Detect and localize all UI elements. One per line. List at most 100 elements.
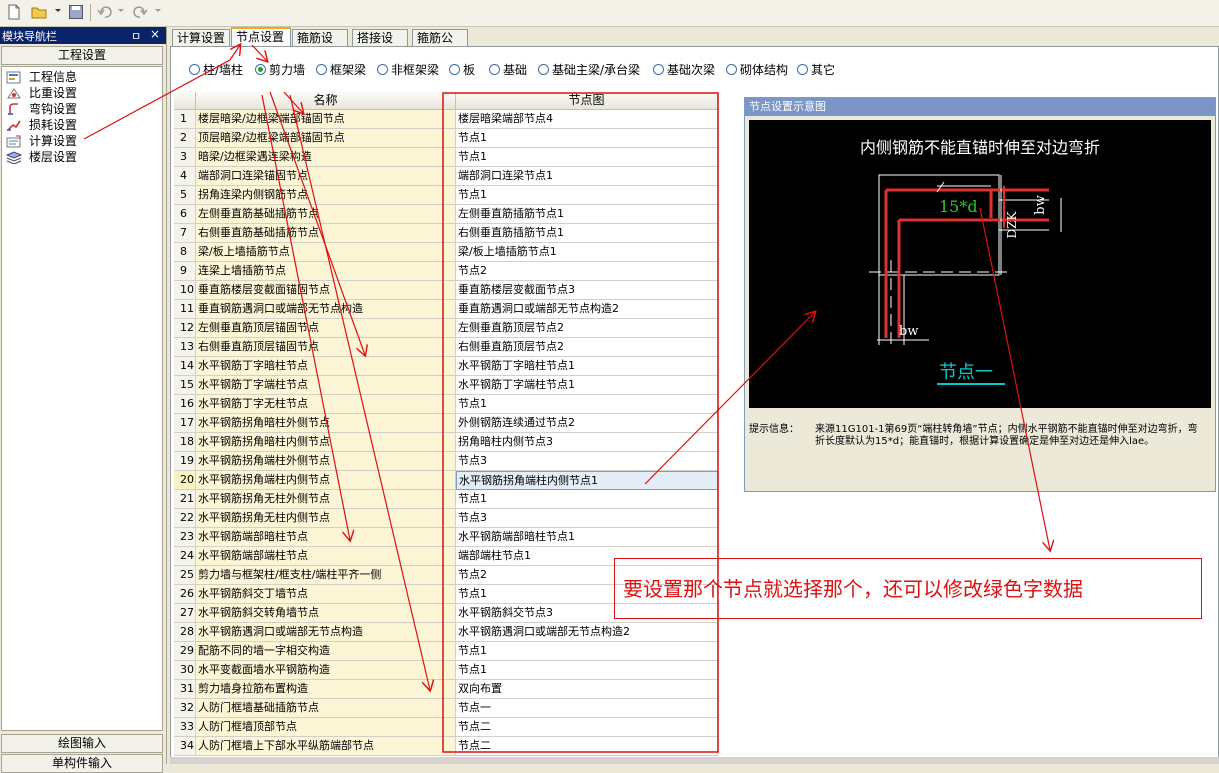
row-node-cell[interactable]: 右侧垂直筋顶层节点2 xyxy=(456,338,718,357)
nav-item-loss-settings[interactable]: 损耗设置 xyxy=(6,118,156,133)
close-icon[interactable]: × xyxy=(150,27,160,41)
row-node-cell[interactable]: 节点二 xyxy=(456,718,718,737)
row-node-cell[interactable]: 节点2 xyxy=(456,262,718,281)
table-row[interactable]: 12 左侧垂直筋顶层锚固节点 左侧垂直筋顶层节点2 xyxy=(174,319,718,338)
row-node-cell[interactable]: 垂直筋遇洞口或端部无节点构造2 xyxy=(456,300,718,319)
row-node-cell[interactable]: 节点1 xyxy=(456,148,718,167)
row-node-cell[interactable]: 梁/板上墙插筋节点1 xyxy=(456,243,718,262)
row-node-cell[interactable]: 楼层暗梁端部节点4 xyxy=(456,110,718,129)
table-row[interactable]: 34 人防门框墙上下部水平纵筋端部节点 节点二 xyxy=(174,737,718,756)
row-name-cell: 水平钢筋拐角无柱内侧节点 xyxy=(196,509,456,528)
row-name-cell: 水平钢筋遇洞口或端部无节点构造 xyxy=(196,623,456,642)
table-header-node[interactable]: 节点图 xyxy=(456,92,718,110)
table-row[interactable]: 19 水平钢筋拐角端柱外侧节点 节点3 xyxy=(174,452,718,471)
row-node-cell[interactable]: 节点1 xyxy=(456,129,718,148)
tab-stirrup-settings[interactable]: 箍筋设置 xyxy=(292,29,348,61)
table-row[interactable]: 7 右侧垂直筋基础插筋节点 右侧垂直筋插筋节点1 xyxy=(174,224,718,243)
row-node-cell[interactable]: 水平钢筋遇洞口或端部无节点构造2 xyxy=(456,623,718,642)
table-row[interactable]: 22 水平钢筋拐角无柱内侧节点 节点3 xyxy=(174,509,718,528)
row-node-cell[interactable]: 端部洞口连梁节点1 xyxy=(456,167,718,186)
table-row[interactable]: 28 水平钢筋遇洞口或端部无节点构造 水平钢筋遇洞口或端部无节点构造2 xyxy=(174,623,718,642)
row-node-cell[interactable]: 右侧垂直筋插筋节点1 xyxy=(456,224,718,243)
new-file-icon[interactable] xyxy=(6,4,22,20)
table-row[interactable]: 13 右侧垂直筋顶层锚固节点 右侧垂直筋顶层节点2 xyxy=(174,338,718,357)
nav-item-weight-settings[interactable]: 比重设置 xyxy=(6,86,156,101)
row-index: 25 xyxy=(174,566,196,585)
row-node-cell[interactable]: 节点二 xyxy=(456,737,718,756)
project-settings-button[interactable]: 工程设置 xyxy=(1,46,163,65)
row-node-cell[interactable]: 双向布置 xyxy=(456,680,718,699)
row-node-cell[interactable]: 左侧垂直筋顶层节点2 xyxy=(456,319,718,338)
chevron-down-icon[interactable] xyxy=(118,9,124,12)
tab-calc-settings[interactable]: 计算设置 xyxy=(172,29,230,46)
table-row[interactable]: 15 水平钢筋丁字端柱节点 水平钢筋丁字端柱节点1 xyxy=(174,376,718,395)
table-row[interactable]: 5 拐角连梁内侧钢筋节点 节点1 xyxy=(174,186,718,205)
table-row[interactable]: 18 水平钢筋拐角暗柱内侧节点 拐角暗柱内侧节点3 xyxy=(174,433,718,452)
horizontal-scrollbar[interactable] xyxy=(170,757,1219,764)
table-row[interactable]: 20 水平钢筋拐角端柱内侧节点 水平钢筋拐角端柱内侧节点1 xyxy=(174,471,718,490)
drawing-input-button[interactable]: 绘图输入 xyxy=(1,734,163,753)
tab-stirrup-formula[interactable]: 箍筋公式 xyxy=(412,29,468,61)
nav-item-calc-settings[interactable]: 计算设置 xyxy=(6,134,156,149)
row-index: 20 xyxy=(174,471,196,490)
row-index: 30 xyxy=(174,661,196,680)
table-row[interactable]: 3 暗梁/边框梁遇连梁构造 节点1 xyxy=(174,148,718,167)
table-row[interactable]: 9 连梁上墙插筋节点 节点2 xyxy=(174,262,718,281)
chevron-down-icon[interactable] xyxy=(55,9,61,12)
row-name-cell: 剪力墙与框架柱/框支柱/端柱平齐一侧 xyxy=(196,566,456,585)
table-row[interactable]: 14 水平钢筋丁字暗柱节点 水平钢筋丁字暗柱节点1 xyxy=(174,357,718,376)
node-caption: 节点一 xyxy=(939,362,993,383)
tab-node-settings[interactable]: 节点设置 xyxy=(231,27,291,47)
pin-icon[interactable]: ㅁ xyxy=(131,28,141,44)
table-row[interactable]: 21 水平钢筋拐角无柱外侧节点 节点1 xyxy=(174,490,718,509)
table-row[interactable]: 31 剪力墙身拉筋布置构造 双向布置 xyxy=(174,680,718,699)
row-node-cell[interactable]: 节点1 xyxy=(456,661,718,680)
row-name-cell: 水平钢筋端部端柱节点 xyxy=(196,547,456,566)
table-row[interactable]: 6 左侧垂直筋基础插筋节点 左侧垂直筋插筋节点1 xyxy=(174,205,718,224)
row-node-cell[interactable]: 节点1 xyxy=(456,395,718,414)
table-row[interactable]: 10 垂直筋楼层变截面锚固节点 垂直筋楼层变截面节点3 xyxy=(174,281,718,300)
row-node-cell[interactable]: 节点3 xyxy=(456,452,718,471)
row-node-cell[interactable]: 外侧钢筋连续通过节点2 xyxy=(456,414,718,433)
table-row[interactable]: 16 水平钢筋丁字无柱节点 节点1 xyxy=(174,395,718,414)
table-row[interactable]: 29 配筋不同的墙一字相交构造 节点1 xyxy=(174,642,718,661)
nav-item-floor-settings[interactable]: 楼层设置 xyxy=(5,150,156,165)
row-node-cell[interactable]: 节点1 xyxy=(456,642,718,661)
row-index: 19 xyxy=(174,452,196,471)
table-header-name[interactable]: 名称 xyxy=(196,92,456,110)
table-row[interactable]: 1 楼层暗梁/边框梁端部锚固节点 楼层暗梁端部节点4 xyxy=(174,110,718,129)
row-node-cell[interactable]: 水平钢筋端部暗柱节点1 xyxy=(456,528,718,547)
row-index: 27 xyxy=(174,604,196,623)
row-node-cell[interactable]: 左侧垂直筋插筋节点1 xyxy=(456,205,718,224)
table-row[interactable]: 33 人防门框墙顶部节点 节点二 xyxy=(174,718,718,737)
row-node-cell[interactable]: 节点1 xyxy=(456,186,718,205)
open-folder-icon[interactable] xyxy=(31,4,47,20)
table-row[interactable]: 2 顶层暗梁/边框梁端部锚固节点 节点1 xyxy=(174,129,718,148)
row-node-cell[interactable]: 节点3 xyxy=(456,509,718,528)
row-index: 12 xyxy=(174,319,196,338)
row-node-cell[interactable]: 水平钢筋拐角端柱内侧节点1 xyxy=(456,471,718,490)
row-name-cell: 水平钢筋端部暗柱节点 xyxy=(196,528,456,547)
toolbar xyxy=(0,0,1219,27)
row-node-cell[interactable]: 垂直筋楼层变截面节点3 xyxy=(456,281,718,300)
row-name-cell: 水平钢筋斜交丁墙节点 xyxy=(196,585,456,604)
nav-item-hook-settings[interactable]: 弯钩设置 xyxy=(6,102,156,117)
table-row[interactable]: 11 垂直钢筋遇洞口或端部无节点构造 垂直筋遇洞口或端部无节点构造2 xyxy=(174,300,718,319)
table-row[interactable]: 4 端部洞口连梁锚固节点 端部洞口连梁节点1 xyxy=(174,167,718,186)
save-icon[interactable] xyxy=(68,4,84,20)
table-row[interactable]: 23 水平钢筋端部暗柱节点 水平钢筋端部暗柱节点1 xyxy=(174,528,718,547)
undo-icon[interactable] xyxy=(97,4,113,20)
table-row[interactable]: 8 梁/板上墙插筋节点 梁/板上墙插筋节点1 xyxy=(174,243,718,262)
row-node-cell[interactable]: 节点1 xyxy=(456,490,718,509)
row-node-cell[interactable]: 水平钢筋丁字端柱节点1 xyxy=(456,376,718,395)
redo-icon[interactable] xyxy=(132,4,148,20)
nav-item-project-info[interactable]: 工程信息 xyxy=(6,70,156,85)
table-row[interactable]: 17 水平钢筋拐角暗柱外侧节点 外侧钢筋连续通过节点2 xyxy=(174,414,718,433)
table-row[interactable]: 30 水平变截面墙水平钢筋构造 节点1 xyxy=(174,661,718,680)
table-row[interactable]: 32 人防门框墙基础插筋节点 节点一 xyxy=(174,699,718,718)
row-node-cell[interactable]: 水平钢筋丁字暗柱节点1 xyxy=(456,357,718,376)
chevron-down-icon[interactable] xyxy=(155,9,161,12)
row-node-cell[interactable]: 节点一 xyxy=(456,699,718,718)
row-node-cell[interactable]: 拐角暗柱内侧节点3 xyxy=(456,433,718,452)
tab-lap-settings[interactable]: 搭接设置 xyxy=(352,29,408,61)
